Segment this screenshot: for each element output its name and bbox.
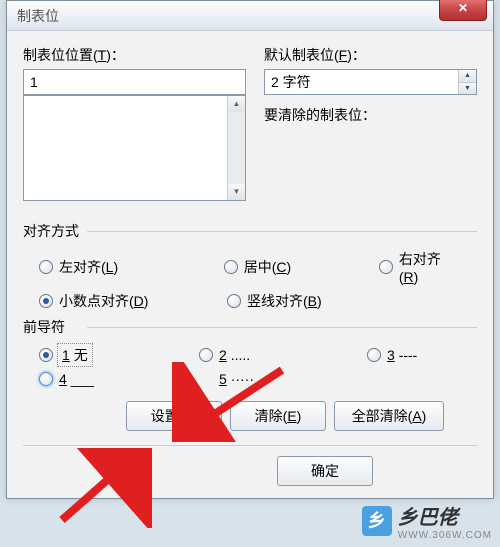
leader-4-radio[interactable]: 4 ___ [39, 371, 181, 387]
leader-1-radio[interactable]: 1 无 [39, 345, 181, 365]
radio-icon [39, 348, 53, 362]
align-right-radio[interactable]: 右对齐(R) [379, 249, 459, 285]
radio-icon [224, 260, 238, 274]
leader-group: 1 无 2 ..... 3 ---- 4 ___ 5 ··· [23, 345, 477, 387]
alignment-group: 左对齐(L) 居中(C) 右对齐(R) 小数点对齐(D) 竖 [23, 249, 477, 311]
watermark-url: WWW.306W.COM [398, 530, 492, 541]
tabstop-dialog: 制表位 ✕ 制表位位置(T)： ▲ ▼ 默认制表位(F)： [6, 0, 494, 499]
set-button[interactable]: 设置(S) [126, 401, 222, 431]
radio-icon [199, 348, 213, 362]
scroll-down-icon[interactable]: ▼ [228, 184, 245, 200]
ok-button[interactable]: 确定 [277, 456, 373, 486]
leader-3-radio[interactable]: 3 ---- [367, 345, 417, 365]
leader-5-radio[interactable]: 5 ····· [199, 371, 254, 387]
alignment-group-label: 对齐方式 [23, 221, 477, 241]
close-icon: ✕ [458, 1, 468, 15]
default-tabstop-label: 默认制表位(F)： [264, 45, 477, 65]
close-button[interactable]: ✕ [439, 0, 487, 21]
clear-all-button[interactable]: 全部清除(A) [334, 401, 444, 431]
clear-button[interactable]: 清除(E) [230, 401, 326, 431]
leader-group-label: 前导符 [23, 317, 477, 337]
watermark-text: 乡巴佬 [398, 501, 492, 530]
titlebar: 制表位 ✕ [7, 1, 493, 31]
spin-up-icon[interactable]: ▲ [459, 70, 476, 83]
tabstop-position-list[interactable]: ▲ ▼ [23, 95, 246, 201]
scroll-up-icon[interactable]: ▲ [228, 96, 245, 112]
radio-icon [39, 294, 53, 308]
clear-list-area [264, 129, 477, 215]
tabstop-position-input[interactable] [23, 69, 246, 95]
window-title: 制表位 [17, 6, 59, 26]
scrollbar[interactable]: ▲ ▼ [227, 96, 245, 200]
tabstop-position-label: 制表位位置(T)： [23, 45, 246, 65]
radio-icon [39, 260, 53, 274]
default-tabstop-spinner[interactable]: ▲ ▼ [264, 69, 477, 95]
spin-down-icon[interactable]: ▼ [459, 83, 476, 95]
watermark-badge: 乡 [362, 506, 392, 536]
align-left-radio[interactable]: 左对齐(L) [39, 249, 206, 285]
watermark: 乡 乡巴佬 WWW.306W.COM [362, 501, 492, 541]
default-tabstop-input[interactable] [265, 70, 458, 94]
radio-icon [39, 372, 53, 386]
radio-icon [367, 348, 381, 362]
leader-2-radio[interactable]: 2 ..... [199, 345, 349, 365]
align-center-radio[interactable]: 居中(C) [224, 249, 361, 285]
radio-icon [227, 294, 241, 308]
clear-list-label: 要清除的制表位： [264, 105, 477, 125]
align-decimal-radio[interactable]: 小数点对齐(D) [39, 291, 209, 311]
align-bar-radio[interactable]: 竖线对齐(B) [227, 291, 322, 311]
radio-icon [379, 260, 393, 274]
